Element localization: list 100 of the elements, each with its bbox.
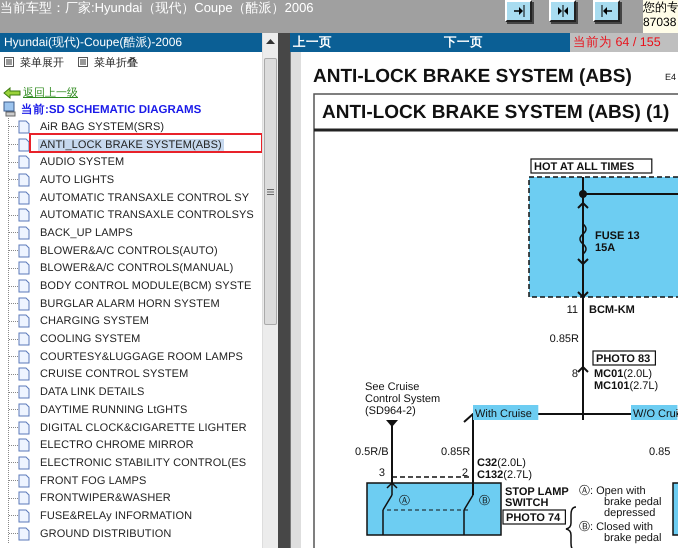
- page-icon: [18, 474, 30, 488]
- page-icon: [18, 491, 30, 506]
- menu-action-link[interactable]: 菜单展开: [20, 54, 64, 70]
- page-icon: [18, 190, 30, 205]
- diagram-label: (SD964-2): [365, 405, 416, 417]
- page-icon: [18, 172, 30, 187]
- tree-item[interactable]: ANTI_LOCK BRAKE SYSTEM(ABS): [38, 138, 224, 151]
- boxed-label: PHOTO 83: [592, 350, 656, 366]
- tree-item[interactable]: DAYTIME RUNNING LtGHTS: [38, 404, 190, 416]
- tree-item[interactable]: ELECTRONIC STABILITY CONTROL(ES: [38, 456, 248, 469]
- diagram-label: BCM-KM: [589, 304, 635, 316]
- diagram-label: 0.85R: [550, 333, 579, 345]
- diagram-label: brake pedal: [604, 496, 662, 508]
- page-icon: [18, 508, 30, 523]
- page-nav-button[interactable]: [593, 0, 620, 22]
- wire-tag: With Cruise: [473, 405, 538, 420]
- tree-item[interactable]: AiR BAG SYSTEM(SRS): [38, 120, 166, 133]
- current-folder-label: 当前:SD SCHEMATIC DIAGRAMS: [21, 102, 202, 116]
- page-icon: [18, 226, 30, 240]
- tree-item[interactable]: AUTOMATIC TRANSAXLE CONTROLSYS: [38, 209, 256, 222]
- arrow-right-icon: [512, 5, 526, 17]
- tree-item[interactable]: BLOWER&A/C CONTROLS(MANUAL): [38, 262, 236, 274]
- tree-item[interactable]: BLOWER&A/C CONTROLS(AUTO): [38, 244, 220, 257]
- document-code: E4: [664, 72, 676, 82]
- page-icon: [18, 296, 30, 311]
- diagram-label: 0.85: [649, 446, 670, 458]
- diagram-label: Ⓑ: Closed with: [579, 521, 653, 533]
- page-icon: [18, 367, 30, 382]
- tree-item[interactable]: COURTESY&LUGGAGE ROOM LAMPS: [38, 350, 245, 363]
- tree-item[interactable]: CHARGING SYSTEM: [38, 315, 152, 328]
- tree-item[interactable]: CRUISE CONTROL SYSTEM: [38, 368, 190, 380]
- tree-item[interactable]: BODY CONTROL MODULE(BCM) SYSTE: [38, 280, 254, 292]
- page-icon: [18, 244, 30, 258]
- boxed-label: PHOTO 74: [502, 509, 566, 525]
- computer-icon: [3, 101, 17, 117]
- page-icon: [18, 385, 30, 400]
- grip-icon: [267, 188, 274, 194]
- vehicle-title: 当前车型：厂家:Hyundai（现代）Coupe（酷派）2006: [0, 0, 315, 15]
- page-icon: [18, 420, 30, 435]
- section-title: ANTI-LOCK BRAKE SYSTEM (ABS) (1): [322, 102, 670, 123]
- diagram-label: brake pedal: [604, 532, 662, 544]
- arrows-inward-icon: [556, 5, 570, 17]
- next-page-link[interactable]: 下一页: [444, 34, 483, 51]
- tree-item[interactable]: BURGLAR ALARM HORN SYSTEM: [38, 298, 222, 310]
- back-link[interactable]: 返回上一级: [23, 85, 78, 100]
- page-icon: [18, 120, 30, 134]
- tree-item[interactable]: FRONTWIPER&WASHER: [38, 492, 173, 504]
- arrow-left-icon: [600, 5, 614, 17]
- connector-label: C32(2.0L): [477, 457, 526, 469]
- sidebar-header: Hyundai(现代)-Coupe(酷派)-2006: [0, 33, 262, 52]
- page-nav-button[interactable]: [505, 0, 532, 22]
- boxed-label: HOT AT ALL TIMES: [530, 158, 652, 174]
- page-icon: [18, 438, 30, 452]
- connector-label: MC01(2.0L): [594, 368, 652, 380]
- menu-action-link[interactable]: 菜单折叠: [94, 54, 138, 70]
- scrollbar[interactable]: [262, 33, 278, 548]
- page-icon: [18, 208, 30, 222]
- connector-label: C132(2.7L): [477, 469, 532, 481]
- diagram-label: 15A: [595, 242, 616, 254]
- page-icon: [18, 138, 30, 152]
- previous-page-link[interactable]: 上一页: [293, 34, 332, 51]
- tree-item[interactable]: BACK_UP LAMPS: [38, 226, 135, 239]
- back-arrow-icon: [3, 86, 21, 98]
- caret-up-icon: [266, 39, 276, 44]
- page-icon: [18, 402, 30, 417]
- tree-item[interactable]: ELECTRO CHROME MIRROR: [38, 439, 196, 452]
- page-icon: [18, 261, 30, 276]
- diagram-label: 0.5R/B: [355, 446, 389, 458]
- diagram-label: SWITCH: [505, 497, 548, 509]
- diagram-label: 0.85R: [441, 446, 470, 458]
- diagram-label: Ⓑ: [479, 495, 490, 507]
- tree-item[interactable]: AUTOMATIC TRANSAXLE CONTROL SY: [38, 192, 252, 204]
- scroll-thumb[interactable]: [264, 58, 277, 325]
- diagram-label: STOP LAMP: [505, 486, 569, 498]
- tree-item[interactable]: FUSE&RELAy INFORMATION: [38, 510, 194, 522]
- tree-item[interactable]: DIGITAL CLOCK&CIGARETTE LIGHTER: [38, 422, 249, 434]
- notice-text: 87038: [643, 15, 678, 30]
- page-icon: [18, 350, 30, 364]
- diagram-label: 8: [572, 368, 578, 380]
- tree-item[interactable]: COOLING SYSTEM: [38, 333, 142, 346]
- tree-item[interactable]: GROUND DISTRIBUTION: [38, 528, 174, 540]
- diagram-label: FUSE 13: [595, 230, 640, 242]
- diagram-label: 11: [566, 304, 578, 316]
- page-nav-button[interactable]: [549, 0, 576, 22]
- tree-item[interactable]: AUDIO SYSTEM: [38, 156, 126, 168]
- tree-item[interactable]: FRONT FOG LAMPS: [38, 474, 148, 487]
- page-icon: [18, 279, 30, 294]
- page-icon: [18, 155, 30, 170]
- diagram-label: depressed: [604, 507, 656, 519]
- list-icon: [78, 57, 88, 67]
- list-icon: [4, 57, 14, 67]
- page-icon: [18, 526, 30, 541]
- wire-tag: W/O Crui: [631, 405, 678, 420]
- page-indicator: 当前为 64 / 155: [570, 33, 678, 52]
- diagram-label: See Cruise: [365, 381, 420, 393]
- page-icon: [18, 332, 30, 346]
- tree-item[interactable]: DATA LINK DETAILS: [38, 386, 146, 398]
- diagram-label: 3: [378, 467, 385, 479]
- tree-item[interactable]: AUTO LIGHTS: [38, 174, 116, 186]
- page-icon: [18, 456, 30, 470]
